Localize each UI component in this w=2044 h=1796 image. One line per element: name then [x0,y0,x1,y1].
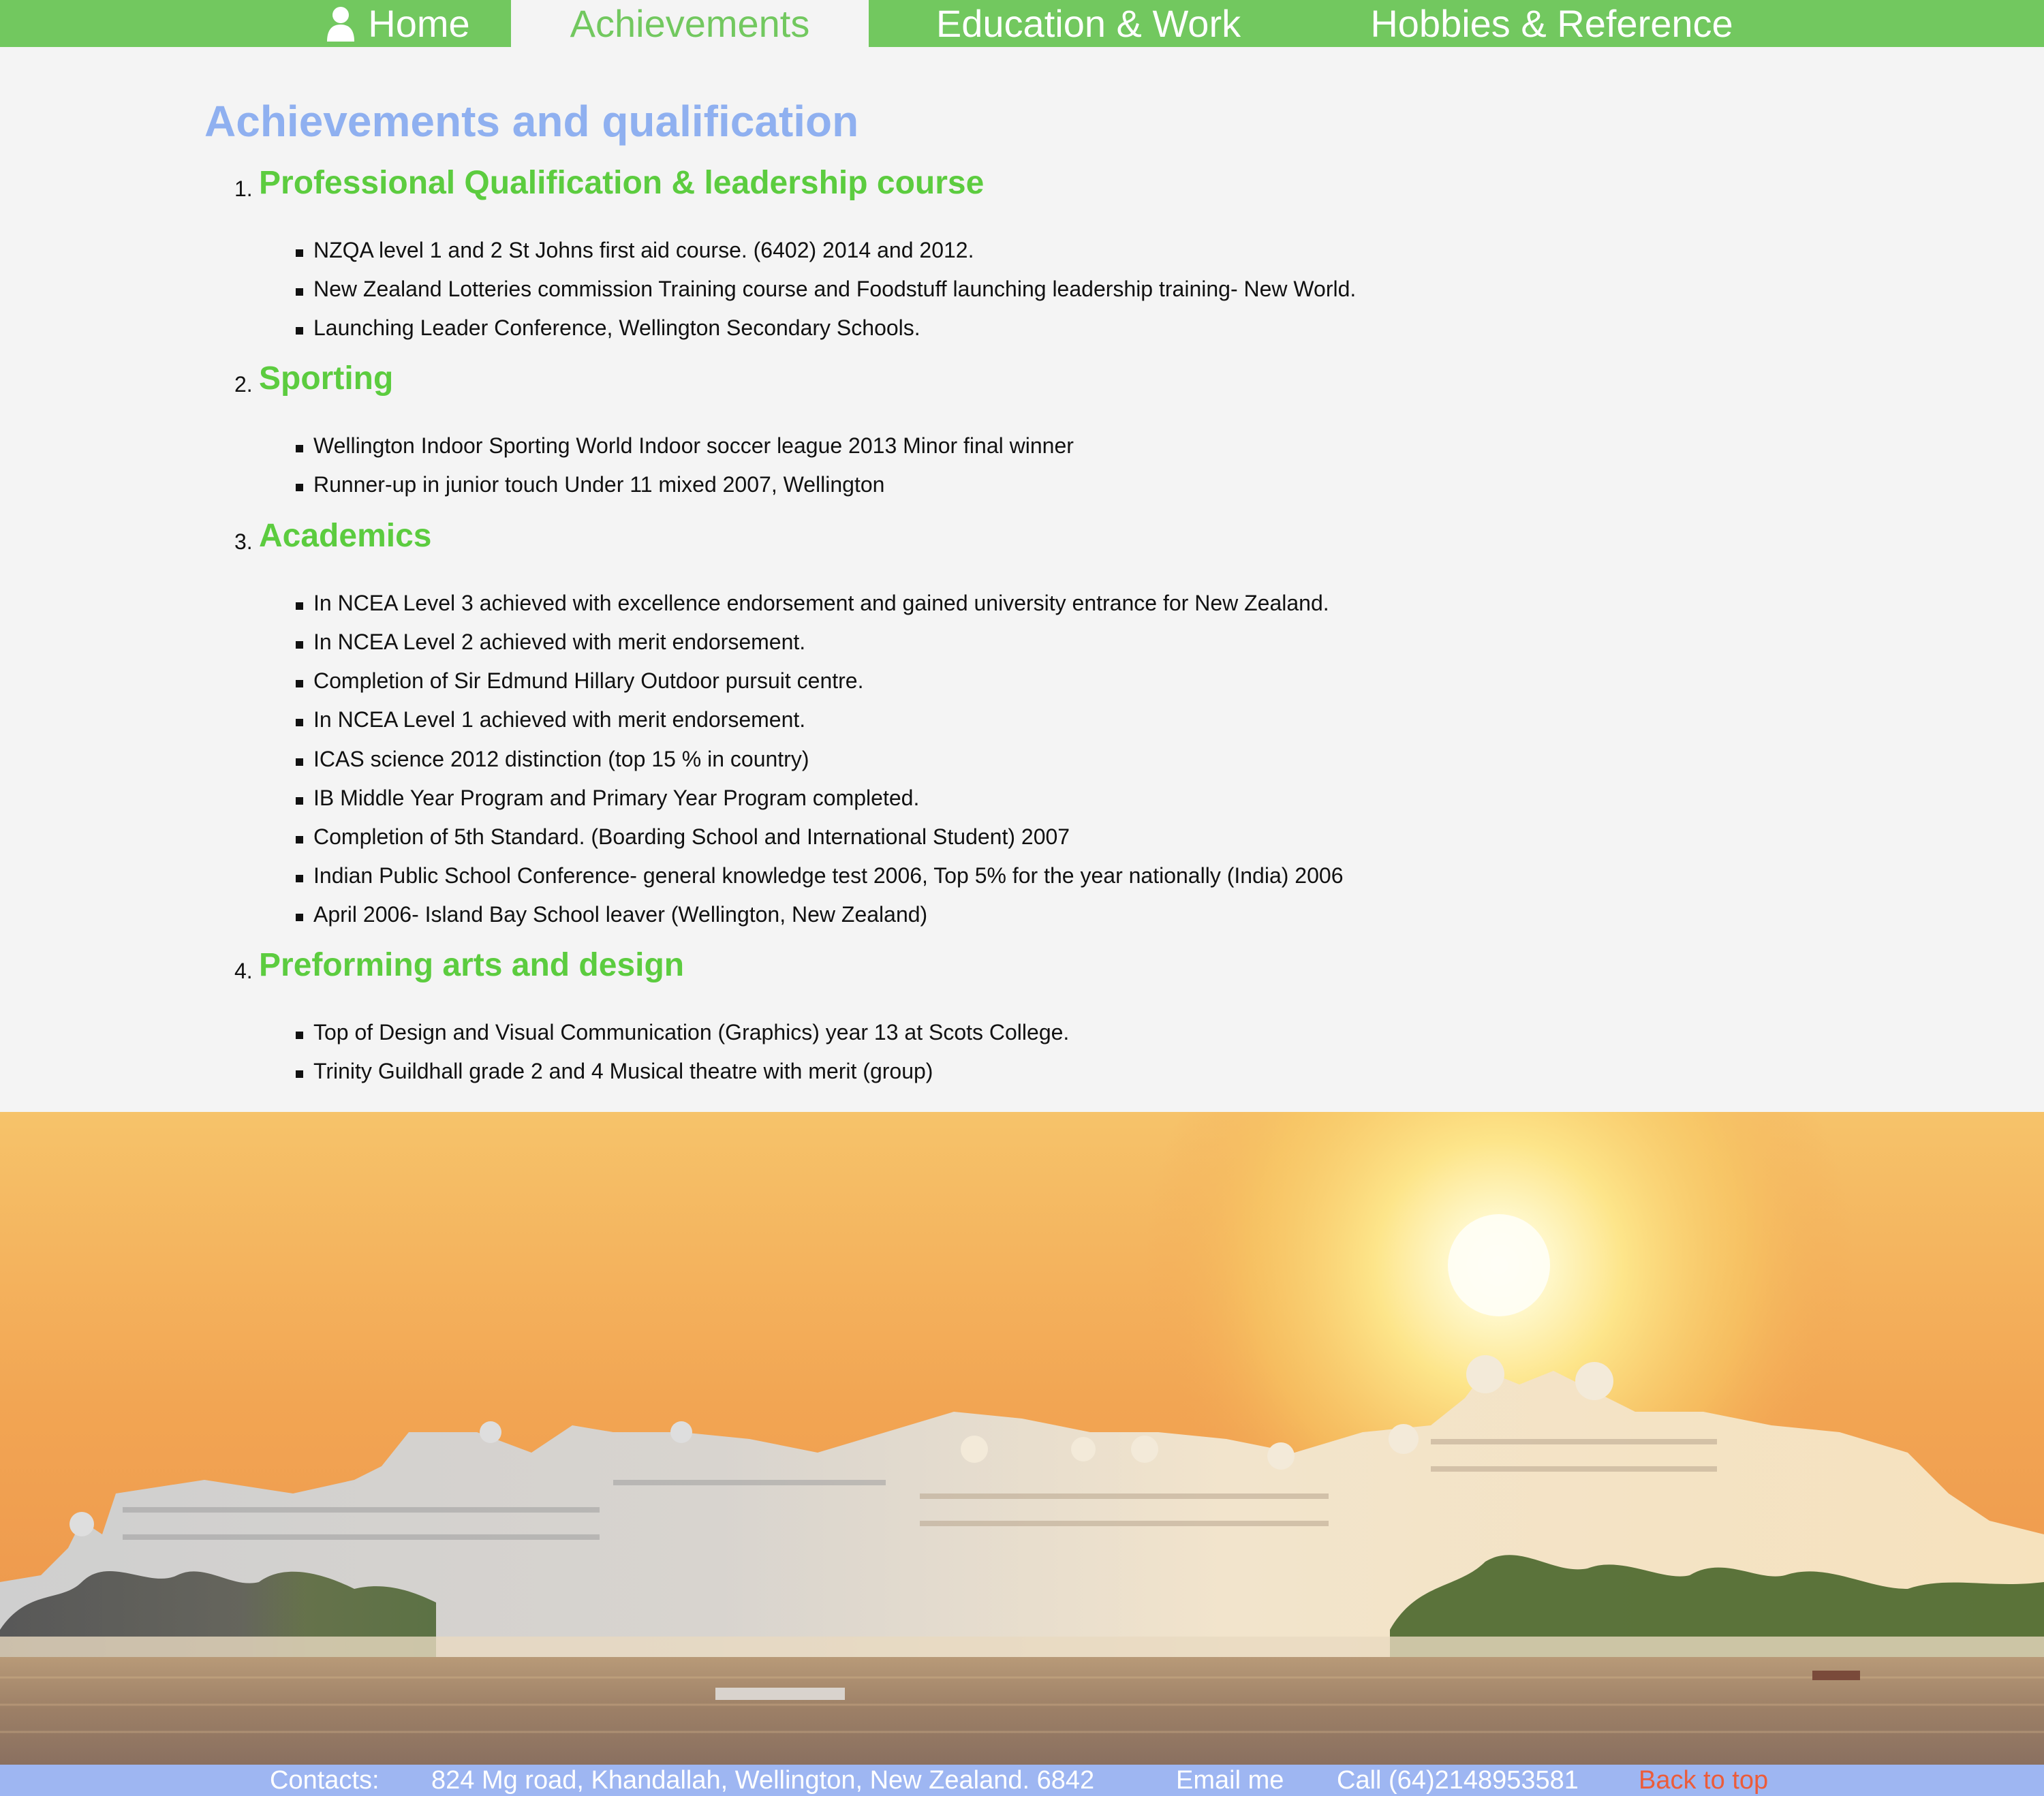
nav-education-label: Education & Work [935,2,1241,45]
nav-hobbies-label: Hobbies & Reference [1370,2,1733,45]
bullet-icon [296,836,303,843]
footer: Contacts: 824 Mg road, Khandallah, Welli… [0,1765,2044,1796]
user-icon [327,6,355,42]
list-item: Indian Public School Conference- general… [313,863,1344,888]
section-title: Preforming arts and design [259,947,685,983]
bullet-icon [296,641,303,649]
list-item: Wellington Indoor Sporting World Indoor … [313,433,1074,458]
section-number: 4. [234,959,253,983]
bullet-icon [296,484,303,491]
bullet-icon [296,445,303,452]
bullet-icon [296,719,303,726]
back-to-top-link[interactable]: Back to top [1639,1765,1768,1796]
list-item: In NCEA Level 3 achieved with excellence… [313,591,1329,615]
bullet-icon [296,327,303,335]
list-item: In NCEA Level 2 achieved with merit endo… [313,630,806,654]
list-item: Launching Leader Conference, Wellington … [313,315,920,340]
bullet-icon [296,875,303,882]
bullet-icon [296,797,303,805]
bullet-icon [296,1070,303,1078]
main-content: Achievements and qualification 1. Profes… [0,47,2044,1112]
nav-achievements-label: Achievements [570,2,810,45]
bullet-icon [296,680,303,687]
list-item: Runner-up in junior touch Under 11 mixed… [313,472,885,497]
section-number: 3. [234,529,253,554]
section-number: 1. [234,176,253,201]
footer-address: 824 Mg road, Khandallah, Wellington, New… [431,1765,1095,1795]
email-link[interactable]: Email me [1176,1765,1284,1796]
nav-education-work[interactable]: Education & Work [869,0,1308,47]
list-item: NZQA level 1 and 2 St Johns first aid co… [313,238,974,262]
list-item: In NCEA Level 1 achieved with merit endo… [313,707,806,732]
list-item: IB Middle Year Program and Primary Year … [313,786,920,810]
section-title: Sporting [259,360,394,397]
sunset-palace-banner-image [0,1112,2044,1765]
section-title: Professional Qualification & leadership … [259,165,985,201]
list-item: April 2006- Island Bay School leaver (We… [313,902,928,927]
nav-hobbies-reference[interactable]: Hobbies & Reference [1308,0,1795,47]
list-item: ICAS science 2012 distinction (top 15 % … [313,747,809,771]
section-title: Academics [259,518,432,554]
list-item: Trinity Guildhall grade 2 and 4 Musical … [313,1059,933,1083]
bullet-icon [296,914,303,921]
page-title: Achievements and qualification [204,97,859,146]
bullet-icon [296,1032,303,1039]
top-nav: Home Achievements Education & Work Hobbi… [0,0,2044,47]
bullet-icon [296,249,303,257]
nav-home-label: Home [368,2,470,45]
list-item: New Zealand Lotteries commission Trainin… [313,277,1357,301]
nav-achievements[interactable]: Achievements [511,0,869,47]
list-item: Completion of 5th Standard. (Boarding Sc… [313,824,1070,849]
bullet-icon [296,758,303,766]
footer-phone: Call (64)2148953581 [1337,1765,1579,1795]
nav-home[interactable]: Home [285,0,511,47]
bullet-icon [296,288,303,296]
list-item: Top of Design and Visual Communication (… [313,1020,1070,1044]
bullet-icon [296,602,303,610]
list-item: Completion of Sir Edmund Hillary Outdoor… [313,668,864,693]
footer-contacts-label: Contacts: [270,1765,380,1795]
section-number: 2. [234,372,253,397]
